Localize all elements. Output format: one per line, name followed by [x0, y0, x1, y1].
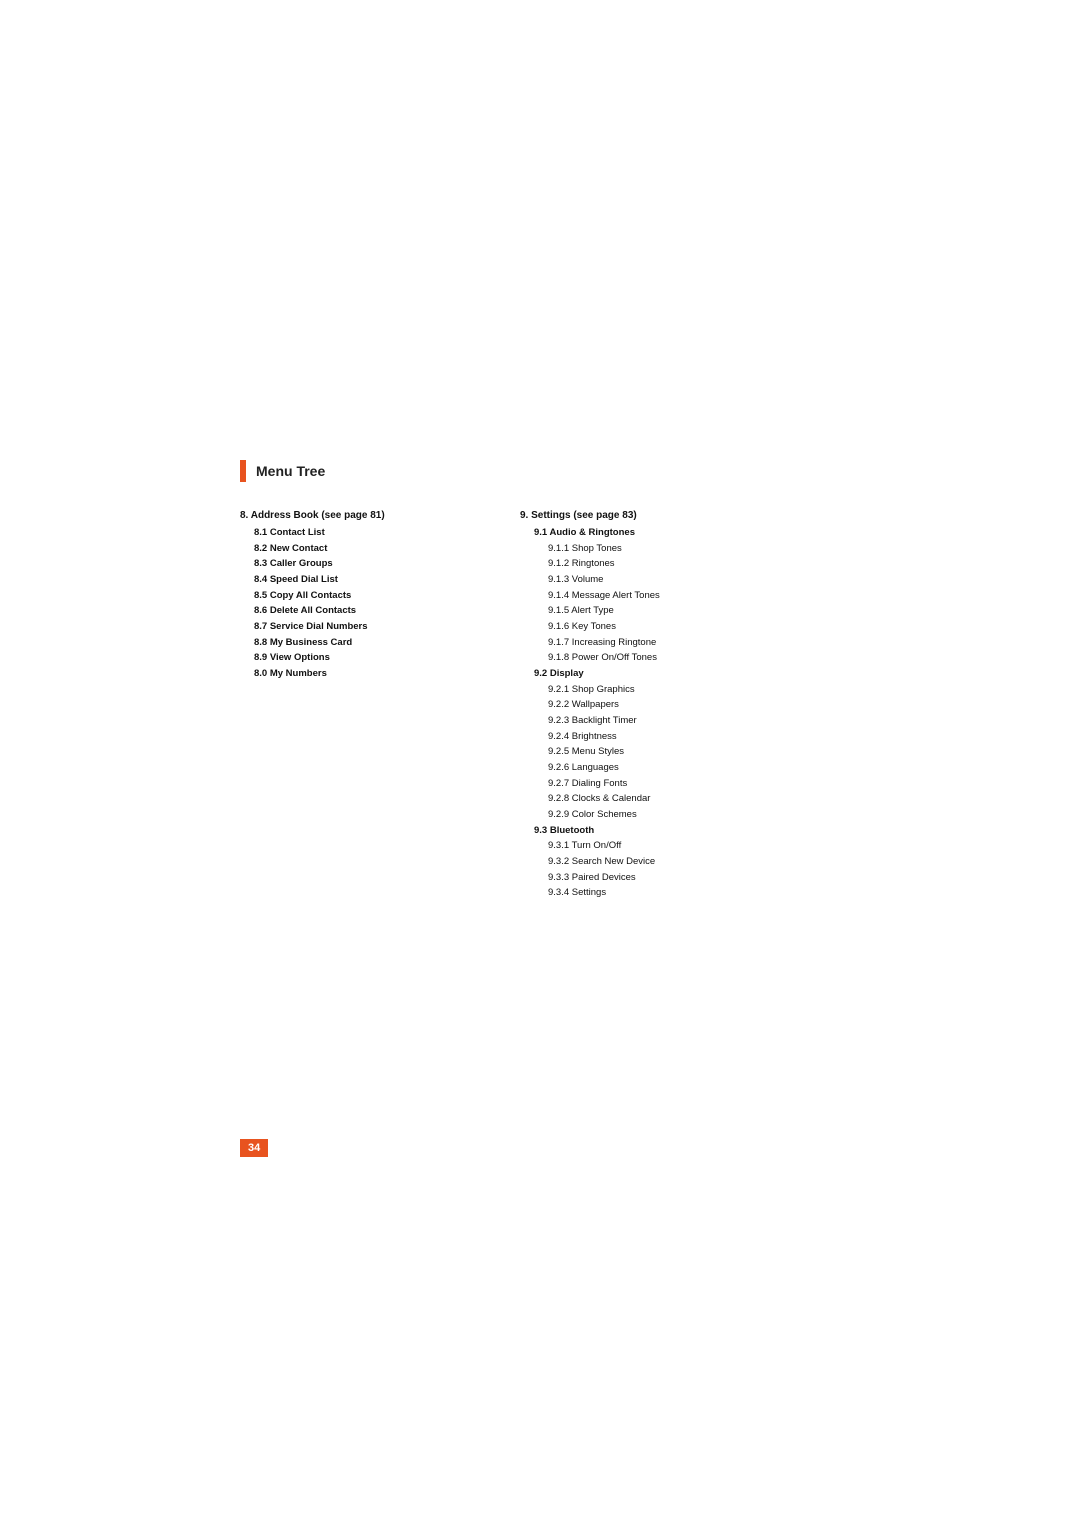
list-item: 9.2.2 Wallpapers [520, 697, 800, 713]
list-item: 9.1.1 Shop Tones [520, 541, 800, 557]
left-section-title: 8. Address Book (see page 81) [240, 510, 440, 521]
list-item: 8.2 New Contact [240, 541, 440, 557]
section-title: Menu Tree [256, 463, 325, 479]
list-item: 9.2.3 Backlight Timer [520, 713, 800, 729]
list-item: 8.7 Service Dial Numbers [240, 619, 440, 635]
list-item: 9.3.3 Paired Devices [520, 870, 800, 886]
list-item: 8.1 Contact List [240, 525, 440, 541]
list-item: 8.3 Caller Groups [240, 556, 440, 572]
list-item: 9.1.8 Power On/Off Tones [520, 650, 800, 666]
list-item: 8.6 Delete All Contacts [240, 603, 440, 619]
list-item: 9.1.3 Volume [520, 572, 800, 588]
list-item: 9.1.2 Ringtones [520, 556, 800, 572]
list-item: 9.2.4 Brightness [520, 729, 800, 745]
list-item: 8.8 My Business Card [240, 635, 440, 651]
list-item: 9.1.6 Key Tones [520, 619, 800, 635]
page-container: Menu Tree 8. Address Book (see page 81) … [0, 0, 1080, 1527]
list-item: 9.2.7 Dialing Fonts [520, 776, 800, 792]
subsection-title-91: 9.1 Audio & Ringtones [520, 525, 800, 541]
list-item: 9.1.4 Message Alert Tones [520, 588, 800, 604]
section-header: Menu Tree [240, 460, 800, 482]
columns-container: 8. Address Book (see page 81) 8.1 Contac… [240, 510, 800, 901]
list-item: 9.2.8 Clocks & Calendar [520, 791, 800, 807]
subsection-title-93: 9.3 Bluetooth [520, 823, 800, 839]
list-item: 9.2.9 Color Schemes [520, 807, 800, 823]
left-column: 8. Address Book (see page 81) 8.1 Contac… [240, 510, 440, 682]
right-column: 9. Settings (see page 83) 9.1 Audio & Ri… [520, 510, 800, 901]
page-number: 34 [240, 1139, 268, 1157]
list-item: 8.9 View Options [240, 650, 440, 666]
list-item: 8.5 Copy All Contacts [240, 588, 440, 604]
list-item: 9.2.5 Menu Styles [520, 744, 800, 760]
list-item: 9.3.1 Turn On/Off [520, 838, 800, 854]
list-item: 9.3.2 Search New Device [520, 854, 800, 870]
list-item: 8.0 My Numbers [240, 666, 440, 682]
right-section-title: 9. Settings (see page 83) [520, 510, 800, 521]
list-item: 8.4 Speed Dial List [240, 572, 440, 588]
list-item: 9.3.4 Settings [520, 885, 800, 901]
list-item: 9.1.7 Increasing Ringtone [520, 635, 800, 651]
list-item: 9.1.5 Alert Type [520, 603, 800, 619]
menu-tree-section: Menu Tree 8. Address Book (see page 81) … [240, 460, 800, 901]
list-item: 9.2.6 Languages [520, 760, 800, 776]
subsection-title-92: 9.2 Display [520, 666, 800, 682]
orange-bar-icon [240, 460, 246, 482]
list-item: 9.2.1 Shop Graphics [520, 682, 800, 698]
